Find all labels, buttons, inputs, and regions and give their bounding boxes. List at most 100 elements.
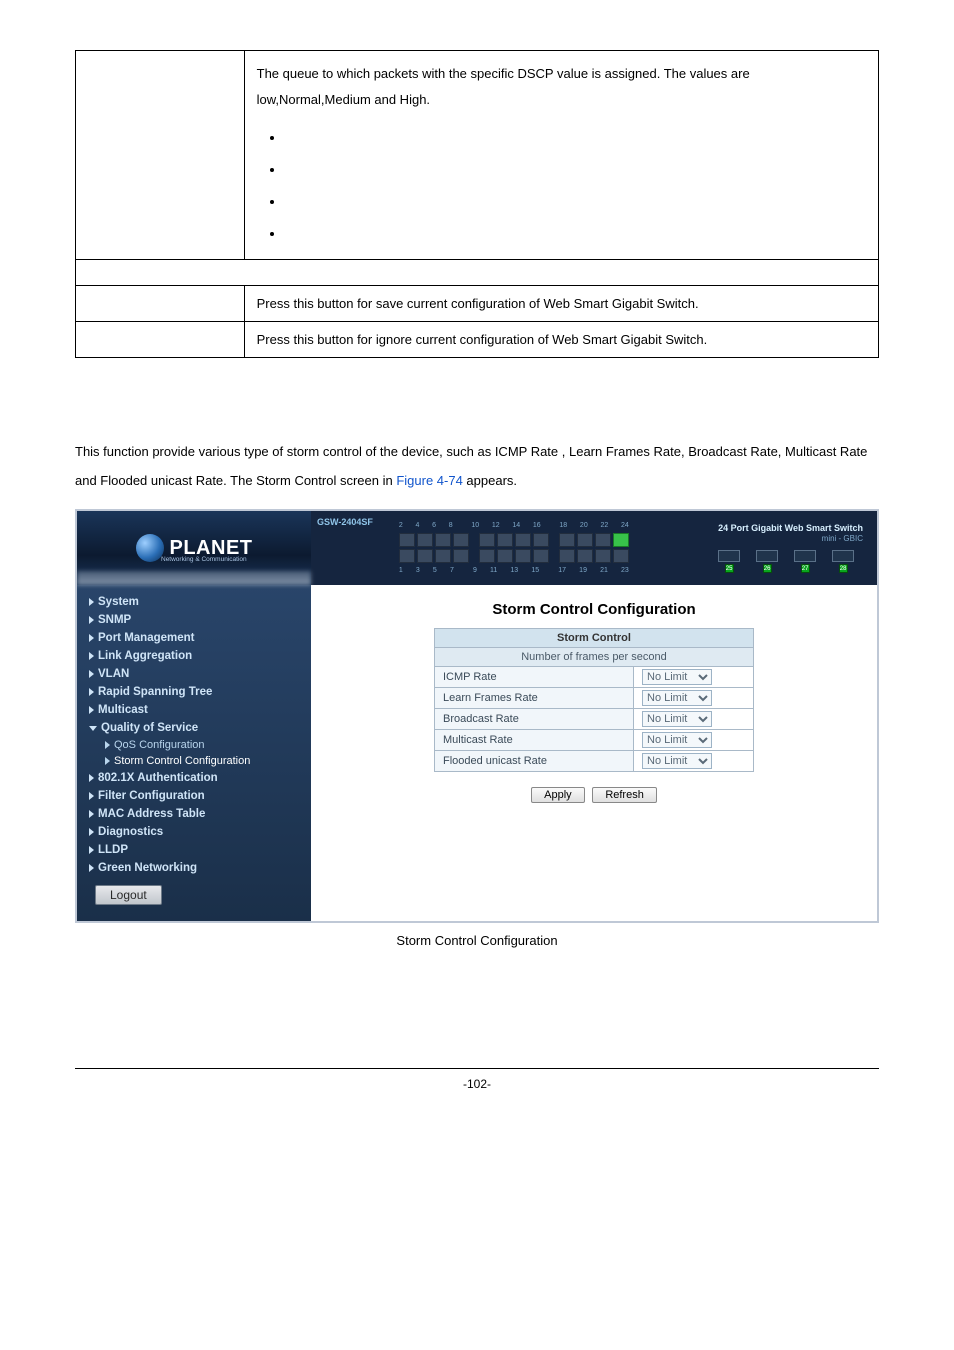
sidebar-item-mac-address-table[interactable]: MAC Address Table — [77, 805, 311, 823]
gbic-slot-icon — [756, 550, 778, 562]
broadcast-rate-select[interactable]: No Limit — [642, 711, 712, 727]
chevron-right-icon — [89, 670, 94, 678]
gbic-led: 25 — [725, 564, 734, 573]
pnum: 12 — [492, 522, 500, 529]
sidebar-item-label: System — [98, 596, 139, 608]
pnum: 19 — [579, 567, 587, 574]
logo-area: PLANET Networking & Communication — [77, 511, 311, 585]
multicast-rate-select[interactable]: No Limit — [642, 732, 712, 748]
gbic-slot-icon — [794, 550, 816, 562]
sidebar-item-label: Diagnostics — [98, 826, 163, 838]
sidebar-item-filter-configuration[interactable]: Filter Configuration — [77, 787, 311, 805]
pnum: 15 — [531, 567, 539, 574]
bullet-list — [257, 121, 866, 249]
globe-icon — [136, 534, 164, 562]
sidebar-item-label: Quality of Service — [101, 722, 198, 734]
brand-subtitle: Networking & Communication — [161, 556, 247, 563]
footer-divider — [75, 1068, 879, 1069]
save-button-desc: Press this button for save current confi… — [244, 286, 878, 322]
desc-left-2 — [76, 286, 245, 322]
sidebar-subitem-label: QoS Configuration — [114, 739, 205, 751]
figure-link[interactable]: Figure 4-74 — [396, 473, 462, 488]
sidebar-item-snmp[interactable]: SNMP — [77, 611, 311, 629]
pnum: 8 — [449, 522, 453, 529]
sidebar-item-label: Filter Configuration — [98, 790, 205, 802]
chevron-right-icon — [105, 741, 110, 749]
chevron-down-icon — [89, 726, 97, 731]
bullet-4 — [285, 217, 866, 249]
storm-control-table: Storm Control Number of frames per secon… — [434, 628, 754, 772]
flooded-unicast-rate-select[interactable]: No Limit — [642, 753, 712, 769]
gbic-label: mini - GBIC — [718, 535, 863, 544]
sidebar-item-diagnostics[interactable]: Diagnostics — [77, 823, 311, 841]
queue-description: The queue to which packets with the spec… — [257, 61, 866, 113]
chevron-right-icon — [89, 792, 94, 800]
apply-button[interactable]: Apply — [531, 787, 585, 803]
sidebar-item-label: LLDP — [98, 844, 128, 856]
chevron-right-icon — [105, 757, 110, 765]
port-numbers-bottom: 1 3 5 7 9 11 13 15 17 19 21 23 — [397, 567, 631, 574]
table-header-primary: Storm Control — [435, 629, 754, 648]
bullet-3 — [285, 185, 866, 217]
port-numbers-top: 2 4 6 8 10 12 14 16 18 20 22 24 — [397, 522, 631, 529]
row-label: Multicast Rate — [435, 730, 634, 751]
chevron-right-icon — [89, 864, 94, 872]
refresh-button[interactable]: Refresh — [592, 787, 657, 803]
chevron-right-icon — [89, 688, 94, 696]
gbic-slot-icon — [832, 550, 854, 562]
figure-caption: Storm Control Configuration — [75, 933, 879, 948]
chevron-right-icon — [89, 828, 94, 836]
sidebar-item-label: VLAN — [98, 668, 129, 680]
sidebar-item-system[interactable]: System — [77, 593, 311, 611]
pnum: 23 — [621, 567, 629, 574]
sidebar-item-8021x[interactable]: 802.1X Authentication — [77, 769, 311, 787]
sidebar-item-label: Rapid Spanning Tree — [98, 686, 212, 698]
row-label: Broadcast Rate — [435, 709, 634, 730]
sidebar-item-green-networking[interactable]: Green Networking — [77, 859, 311, 877]
desc-left-3 — [76, 322, 245, 358]
sidebar-item-rapid-spanning-tree[interactable]: Rapid Spanning Tree — [77, 683, 311, 701]
spacer-row — [76, 260, 879, 286]
port-panel: 2 4 6 8 10 12 14 16 18 20 22 24 — [397, 522, 631, 574]
sidebar-subitem-label: Storm Control Configuration — [114, 755, 250, 767]
sidebar-item-label: Link Aggregation — [98, 650, 192, 662]
page-number: -102- — [463, 1077, 491, 1091]
bullet-2 — [285, 153, 866, 185]
pnum: 7 — [450, 567, 454, 574]
gbic-row: 25 26 27 28 — [718, 550, 863, 573]
sidebar-subitem-qos-configuration[interactable]: QoS Configuration — [77, 737, 311, 753]
chevron-right-icon — [89, 706, 94, 714]
sidebar-item-quality-of-service[interactable]: Quality of Service — [77, 719, 311, 737]
pnum: 16 — [533, 522, 541, 529]
row-label: Flooded unicast Rate — [435, 751, 634, 772]
row-label: ICMP Rate — [435, 667, 634, 688]
header-right-panel: 24 Port Gigabit Web Smart Switch mini - … — [718, 524, 863, 573]
sidebar-subitem-storm-control[interactable]: Storm Control Configuration — [77, 753, 311, 769]
pnum: 1 — [399, 567, 403, 574]
sidebar-item-label: Multicast — [98, 704, 148, 716]
learn-frames-rate-select[interactable]: No Limit — [642, 690, 712, 706]
desc-left-1 — [76, 51, 245, 260]
logout-button[interactable]: Logout — [95, 885, 162, 905]
sidebar: System SNMP Port Management Link Aggrega… — [77, 585, 311, 921]
pnum: 10 — [471, 522, 479, 529]
sidebar-item-vlan[interactable]: VLAN — [77, 665, 311, 683]
chevron-right-icon — [89, 810, 94, 818]
sidebar-item-lldp[interactable]: LLDP — [77, 841, 311, 859]
gbic-slot-icon — [718, 550, 740, 562]
sidebar-item-multicast[interactable]: Multicast — [77, 701, 311, 719]
sidebar-item-link-aggregation[interactable]: Link Aggregation — [77, 647, 311, 665]
pnum: 6 — [432, 522, 436, 529]
table-header-secondary: Number of frames per second — [435, 648, 754, 667]
icmp-rate-select[interactable]: No Limit — [642, 669, 712, 685]
chevron-right-icon — [89, 774, 94, 782]
chevron-right-icon — [89, 598, 94, 606]
pnum: 4 — [415, 522, 419, 529]
app-header: PLANET Networking & Communication GSW-24… — [77, 511, 877, 585]
chevron-right-icon — [89, 616, 94, 624]
device-model: GSW-2404SF — [317, 517, 373, 527]
section-intro: This function provide various type of st… — [75, 438, 879, 495]
pnum: 17 — [558, 567, 566, 574]
sidebar-item-port-management[interactable]: Port Management — [77, 629, 311, 647]
pnum: 3 — [416, 567, 420, 574]
